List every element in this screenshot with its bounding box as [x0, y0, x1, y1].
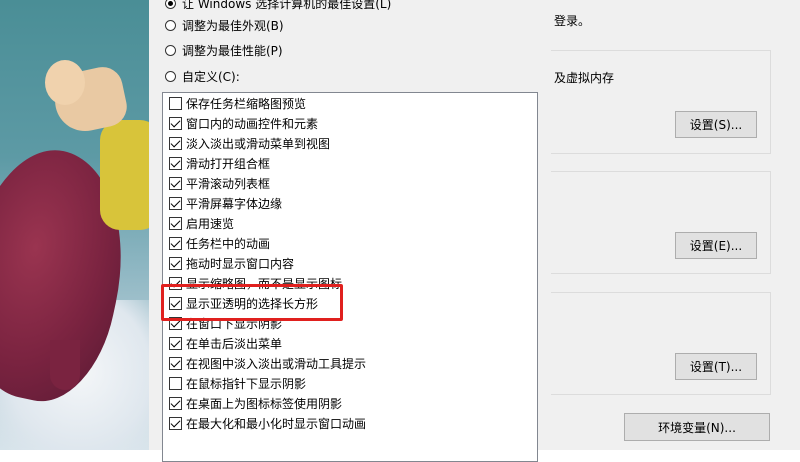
checkbox[interactable]: [169, 416, 182, 430]
effect-label: 保存任务栏缩略图预览: [186, 96, 307, 111]
radio-best-appearance[interactable]: 调整为最佳外观(B): [165, 16, 284, 34]
effect-item[interactable]: 在最大化和最小化时显示窗口动画: [169, 414, 366, 432]
effect-item[interactable]: 在视图中淡入淡出或滑动工具提示: [169, 354, 366, 372]
radio-windows-best[interactable]: 让 Windows 选择计算机的最佳设置(L): [165, 0, 391, 12]
radio-button[interactable]: [165, 19, 176, 31]
radio-button[interactable]: [165, 0, 176, 9]
effect-label: 在视图中淡入淡出或滑动工具提示: [186, 356, 367, 371]
effect-item[interactable]: 拖动时显示窗口内容: [169, 254, 294, 272]
performance-options-dialog: 让 Windows 选择计算机的最佳设置(L) 调整为最佳外观(B) 调整为最佳…: [149, 0, 552, 462]
effect-label: 平滑屏幕字体边缘: [186, 196, 283, 211]
performance-desc: 及虚拟内存: [554, 71, 615, 85]
effect-item[interactable]: 保存任务栏缩略图预览: [169, 94, 306, 112]
radio-custom[interactable]: 自定义(C):: [165, 67, 240, 85]
effect-item[interactable]: 平滑滚动列表框: [169, 174, 270, 192]
wallpaper-figure-sleeve: [100, 120, 149, 230]
wallpaper-figure-hand: [45, 60, 85, 105]
radio-label: 让 Windows 选择计算机的最佳设置(L): [182, 0, 392, 11]
effect-item[interactable]: 任务栏中的动画: [169, 234, 270, 252]
effect-label: 在鼠标指针下显示阴影: [186, 376, 307, 391]
checkbox[interactable]: [169, 236, 182, 250]
checkbox[interactable]: [169, 196, 182, 210]
user-profiles-group: 设置(E)...: [551, 171, 771, 274]
effect-label: 平滑滚动列表框: [186, 176, 271, 191]
performance-settings-button[interactable]: 设置(S)...: [675, 111, 757, 138]
checkbox[interactable]: [169, 376, 182, 390]
system-properties-panel: 登录。 及虚拟内存 设置(S)... 设置(E)... 设置(T)... 环境变…: [551, 0, 800, 450]
checkbox[interactable]: [169, 356, 182, 370]
effect-item[interactable]: 淡入淡出或滑动菜单到视图: [169, 134, 330, 152]
wallpaper-figure-tail: [50, 340, 80, 390]
effect-label: 拖动时显示窗口内容: [186, 256, 295, 271]
radio-label: 调整为最佳性能(P): [182, 43, 283, 58]
effect-label: 启用速览: [186, 216, 235, 231]
effect-label: 在单击后淡出菜单: [186, 336, 283, 351]
checkbox[interactable]: [169, 176, 182, 190]
effect-label: 滑动打开组合框: [186, 156, 271, 171]
effect-item[interactable]: 平滑屏幕字体边缘: [169, 194, 282, 212]
user-profiles-settings-button[interactable]: 设置(E)...: [675, 232, 757, 259]
radio-button[interactable]: [165, 44, 176, 56]
checkbox[interactable]: [169, 116, 182, 130]
effect-label: 在桌面上为图标标签使用阴影: [186, 396, 343, 411]
checkbox[interactable]: [169, 156, 182, 170]
effect-label: 任务栏中的动画: [186, 236, 271, 251]
desktop-wallpaper: [0, 0, 149, 450]
effect-item[interactable]: 在桌面上为图标标签使用阴影: [169, 394, 342, 412]
radio-label: 自定义(C):: [182, 69, 240, 84]
login-note: 登录。: [554, 14, 591, 28]
checkbox[interactable]: [169, 336, 182, 350]
effect-label: 淡入淡出或滑动菜单到视图: [186, 136, 331, 151]
highlight-annotation: [161, 284, 343, 321]
effect-item[interactable]: 在单击后淡出菜单: [169, 334, 282, 352]
checkbox[interactable]: [169, 136, 182, 150]
effect-item[interactable]: 在鼠标指针下显示阴影: [169, 374, 306, 392]
visual-effects-list[interactable]: 保存任务栏缩略图预览 窗口内的动画控件和元素 淡入淡出或滑动菜单到视图 滑动打开…: [162, 92, 538, 462]
checkbox[interactable]: [169, 256, 182, 270]
checkbox[interactable]: [169, 396, 182, 410]
effect-item[interactable]: 滑动打开组合框: [169, 154, 270, 172]
checkbox[interactable]: [169, 96, 182, 110]
effect-label: 在最大化和最小化时显示窗口动画: [186, 416, 367, 431]
radio-best-performance[interactable]: 调整为最佳性能(P): [165, 41, 283, 59]
checkbox[interactable]: [169, 216, 182, 230]
environment-variables-button[interactable]: 环境变量(N)...: [624, 413, 770, 441]
effect-item[interactable]: 窗口内的动画控件和元素: [169, 114, 318, 132]
startup-recovery-group: 设置(T)...: [551, 292, 771, 395]
radio-button[interactable]: [165, 70, 176, 82]
radio-label: 调整为最佳外观(B): [182, 18, 284, 33]
effect-item[interactable]: 启用速览: [169, 214, 234, 232]
effect-label: 窗口内的动画控件和元素: [186, 116, 319, 131]
startup-recovery-settings-button[interactable]: 设置(T)...: [675, 353, 757, 380]
performance-group: 及虚拟内存 设置(S)...: [551, 50, 771, 154]
